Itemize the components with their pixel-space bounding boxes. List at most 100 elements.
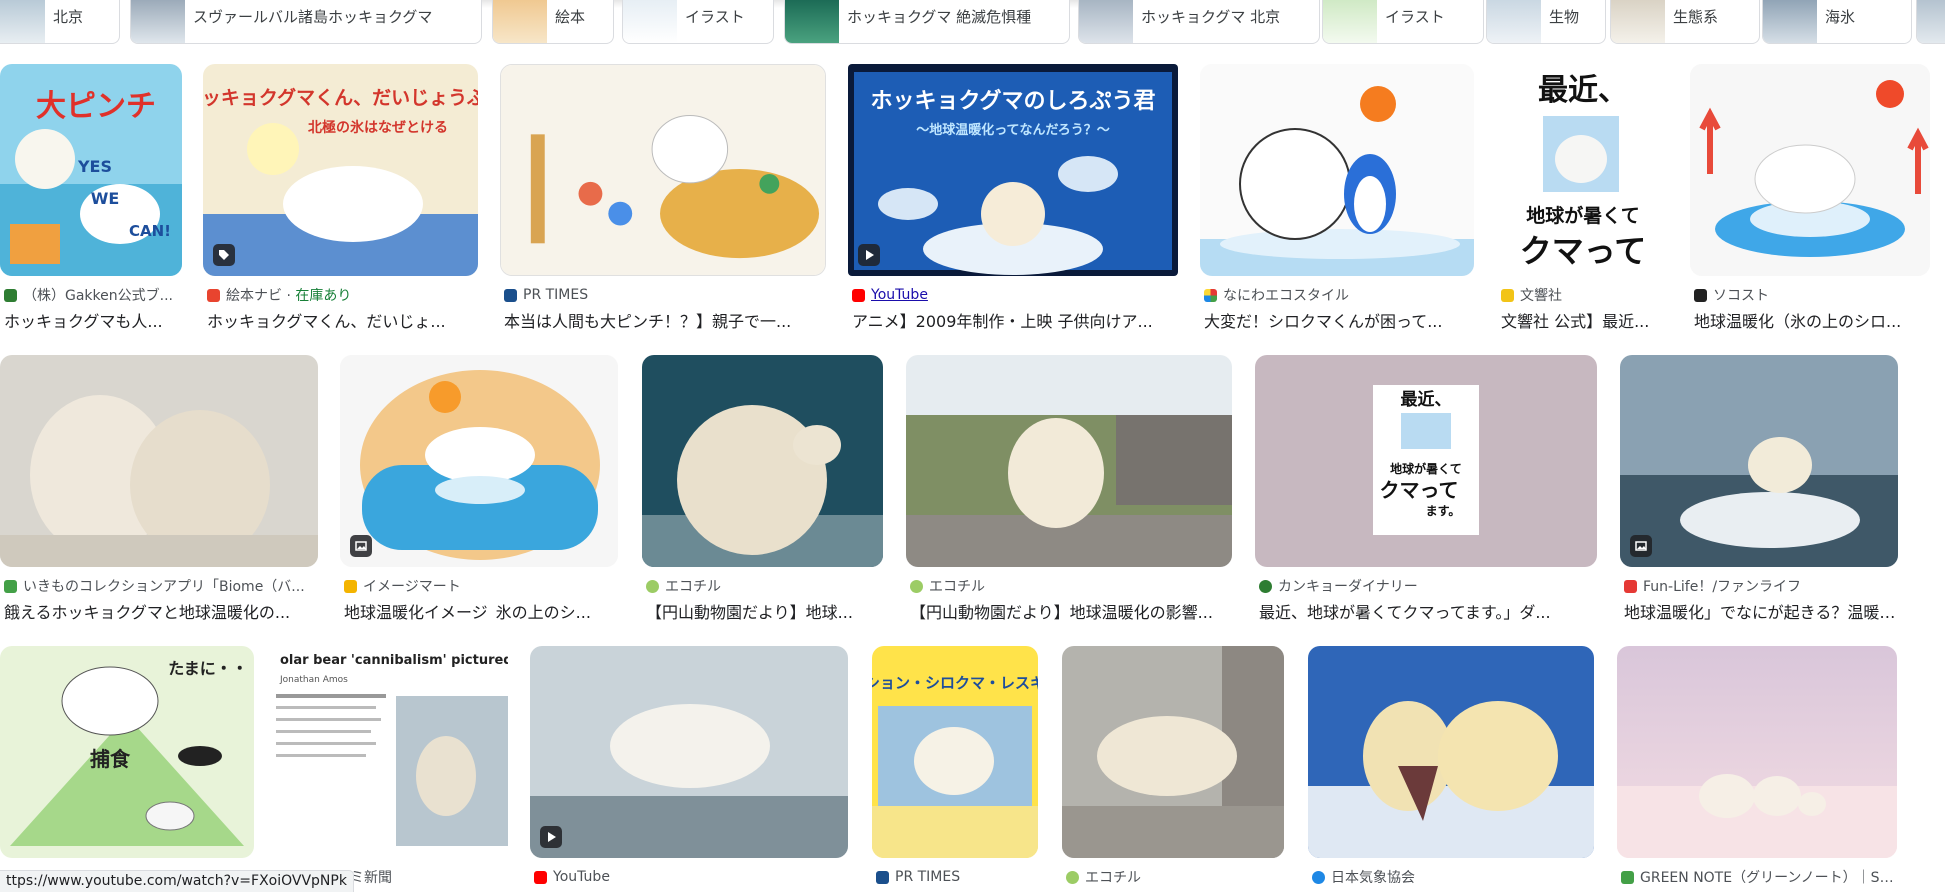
result-title[interactable]: 地球温暖化イメージ_氷の上のシ... bbox=[344, 599, 622, 620]
result-source[interactable]: エコチル bbox=[646, 577, 887, 595]
result-title[interactable]: 地球温暖化」でなにが起きる？温暖化... bbox=[1624, 599, 1902, 620]
result-title[interactable]: ホッキョクグマも人... bbox=[4, 308, 186, 329]
site-favicon bbox=[1204, 288, 1217, 302]
chip-biology[interactable]: 生物 bbox=[1486, 0, 1606, 44]
result-thumbnail[interactable] bbox=[0, 355, 318, 567]
result-thumbnail[interactable] bbox=[530, 646, 848, 858]
result-source[interactable]: 日本気象協会 bbox=[1312, 868, 1598, 886]
site-favicon bbox=[4, 288, 17, 302]
book-title-text: ホッキョクグマくん、だいじょうぶ? bbox=[203, 86, 478, 109]
result-title[interactable]: 餓えるホッキョクグマと地球温暖化の... bbox=[4, 599, 322, 620]
result-source[interactable]: なにわエコスタイル bbox=[1204, 286, 1478, 304]
chip-svalbard[interactable]: スヴァールバル諸島ホッキョクグマ bbox=[130, 0, 482, 44]
chip-illustration[interactable]: イラスト bbox=[622, 0, 774, 44]
site-favicon bbox=[1312, 870, 1325, 884]
image-icon bbox=[350, 535, 372, 557]
result-thumbnail[interactable]: ミッション・シロクマ・レスキュー bbox=[872, 646, 1038, 858]
result-title[interactable]: 文響社 公式】最近... bbox=[1501, 308, 1673, 329]
result-source[interactable]: いきものコレクションアプリ「Biome（バ... bbox=[4, 577, 322, 595]
chip-beijing[interactable]: 北京 bbox=[0, 0, 120, 44]
stock-status: 在庫あり bbox=[295, 288, 352, 304]
chip-thumbnail bbox=[1611, 0, 1665, 43]
result-title[interactable]: アニメ】2009年制作・上映 子供向けア... bbox=[852, 308, 1182, 329]
chip-thumbnail bbox=[1323, 0, 1377, 43]
result-title[interactable]: 地球温暖化（氷の上のシロ... bbox=[1694, 308, 1934, 329]
result-thumbnail[interactable]: たまに・・ 捕食 bbox=[0, 646, 254, 858]
image-icon bbox=[1630, 535, 1652, 557]
book-text: ます。 bbox=[1426, 504, 1461, 518]
video-title-text: ホッキョクグマのしろぷう君 bbox=[870, 88, 1155, 114]
result-thumbnail[interactable] bbox=[340, 355, 618, 567]
result-thumbnail[interactable]: ホッキョクグマのしろぷう君 〜地球温暖化ってなんだろう？〜 bbox=[848, 64, 1178, 276]
chip-endangered[interactable]: ホッキョクグマ 絶滅危惧種 bbox=[784, 0, 1070, 44]
chip-partial[interactable] bbox=[1916, 0, 1945, 44]
article-author: Jonathan Amos bbox=[279, 675, 348, 685]
result-source[interactable]: YouTube bbox=[852, 286, 1182, 304]
result-title[interactable]: 本当は人間も大ピンチ！？】親子で一... bbox=[504, 308, 830, 329]
result-source[interactable]: エコチル bbox=[910, 577, 1236, 595]
result-title[interactable]: 【円山動物園だより】地球温暖化の影響... bbox=[910, 599, 1236, 620]
youtube-icon bbox=[852, 288, 865, 302]
book-text: YES bbox=[77, 157, 112, 176]
result-source[interactable]: GREEN NOTE（グリーンノート）｜SDG... bbox=[1621, 868, 1901, 886]
result-source[interactable]: イメージマート bbox=[344, 577, 622, 595]
result-thumbnail[interactable] bbox=[1617, 646, 1897, 858]
result-thumbnail[interactable]: 大ピンチ YES WE CAN! bbox=[0, 64, 182, 276]
result-thumbnail[interactable] bbox=[1200, 64, 1474, 276]
book-text: WE bbox=[91, 189, 120, 208]
result-source[interactable]: カンキョーダイナリー bbox=[1259, 577, 1601, 595]
chip-illustration-2[interactable]: イラスト bbox=[1322, 0, 1484, 44]
chip-label: ホッキョクグマ 絶滅危惧種 bbox=[847, 8, 1032, 26]
chip-thumbnail bbox=[1917, 0, 1945, 43]
result-title[interactable]: 最近、地球が暑くてクマってます。」ダ... bbox=[1259, 599, 1601, 620]
result-thumbnail[interactable]: 最近、 地球が暑くて クマって ます。 bbox=[1255, 355, 1597, 567]
chip-polar-beijing[interactable]: ホッキョクグマ 北京 bbox=[1078, 0, 1320, 44]
result-source[interactable]: YouTube bbox=[534, 868, 852, 886]
result-source[interactable]: （株）Gakken公式ブ... bbox=[4, 286, 186, 304]
chip-thumbnail bbox=[0, 0, 45, 43]
result-title[interactable]: 大変だ！シロクマくんが困って... bbox=[1204, 308, 1478, 329]
site-favicon bbox=[504, 288, 517, 302]
site-favicon bbox=[344, 579, 357, 593]
result-thumbnail[interactable]: ホッキョクグマくん、だいじょうぶ? 北極の氷はなぜとける bbox=[203, 64, 478, 276]
chip-label: 絵本 bbox=[555, 8, 586, 26]
chip-ecosystem[interactable]: 生態系 bbox=[1610, 0, 1760, 44]
diagram-text: たまに・・ bbox=[168, 659, 248, 678]
site-favicon bbox=[876, 870, 889, 884]
result-thumbnail[interactable] bbox=[500, 64, 826, 276]
result-source[interactable]: PR TIMES bbox=[504, 286, 830, 304]
result-thumbnail[interactable] bbox=[1062, 646, 1284, 858]
result-title[interactable]: 【円山動物園だより】地球... bbox=[646, 599, 887, 620]
diagram-text: 捕食 bbox=[90, 747, 131, 771]
result-thumbnail[interactable]: olar bear 'cannibalism' pictured Jonatha… bbox=[276, 646, 508, 858]
chip-sea-ice[interactable]: 海氷 bbox=[1762, 0, 1912, 44]
result-thumbnail[interactable] bbox=[642, 355, 883, 567]
youtube-icon bbox=[534, 870, 547, 884]
chip-thumbnail bbox=[1079, 0, 1133, 43]
result-source[interactable]: 文響社 bbox=[1501, 286, 1673, 304]
book-text: 地球が暑くて bbox=[1390, 461, 1462, 476]
result-thumbnail[interactable]: 最近、 地球が暑くて クマって bbox=[1497, 64, 1669, 276]
chip-label: 海氷 bbox=[1825, 8, 1856, 26]
result-source[interactable]: エコチル bbox=[1066, 868, 1288, 886]
result-thumbnail[interactable] bbox=[1308, 646, 1594, 858]
site-favicon bbox=[1694, 288, 1707, 302]
book-text: CAN! bbox=[129, 222, 171, 240]
site-favicon bbox=[4, 579, 17, 593]
site-favicon bbox=[1624, 579, 1637, 593]
video-subtitle-text: 〜地球温暖化ってなんだろう？〜 bbox=[916, 122, 1110, 138]
result-source[interactable]: PR TIMES bbox=[876, 868, 1042, 886]
result-thumbnail[interactable] bbox=[1690, 64, 1930, 276]
result-thumbnail[interactable] bbox=[906, 355, 1232, 567]
book-text: 地球が暑くて bbox=[1526, 204, 1639, 227]
result-title[interactable]: ホッキョクグマくん、だいじょ... bbox=[207, 308, 482, 329]
chip-picture-book[interactable]: 絵本 bbox=[492, 0, 614, 44]
result-thumbnail[interactable] bbox=[1620, 355, 1898, 567]
result-source[interactable]: 絵本ナビ · 在庫あり bbox=[207, 286, 482, 304]
chip-label: イラスト bbox=[1385, 8, 1445, 26]
chip-label: イラスト bbox=[685, 8, 745, 26]
result-source[interactable]: Fun-Life！/ファンライフ bbox=[1624, 577, 1902, 595]
result-source[interactable]: ソコスト bbox=[1694, 286, 1934, 304]
chip-label: 生態系 bbox=[1673, 8, 1719, 26]
chip-label: ホッキョクグマ 北京 bbox=[1141, 8, 1281, 26]
